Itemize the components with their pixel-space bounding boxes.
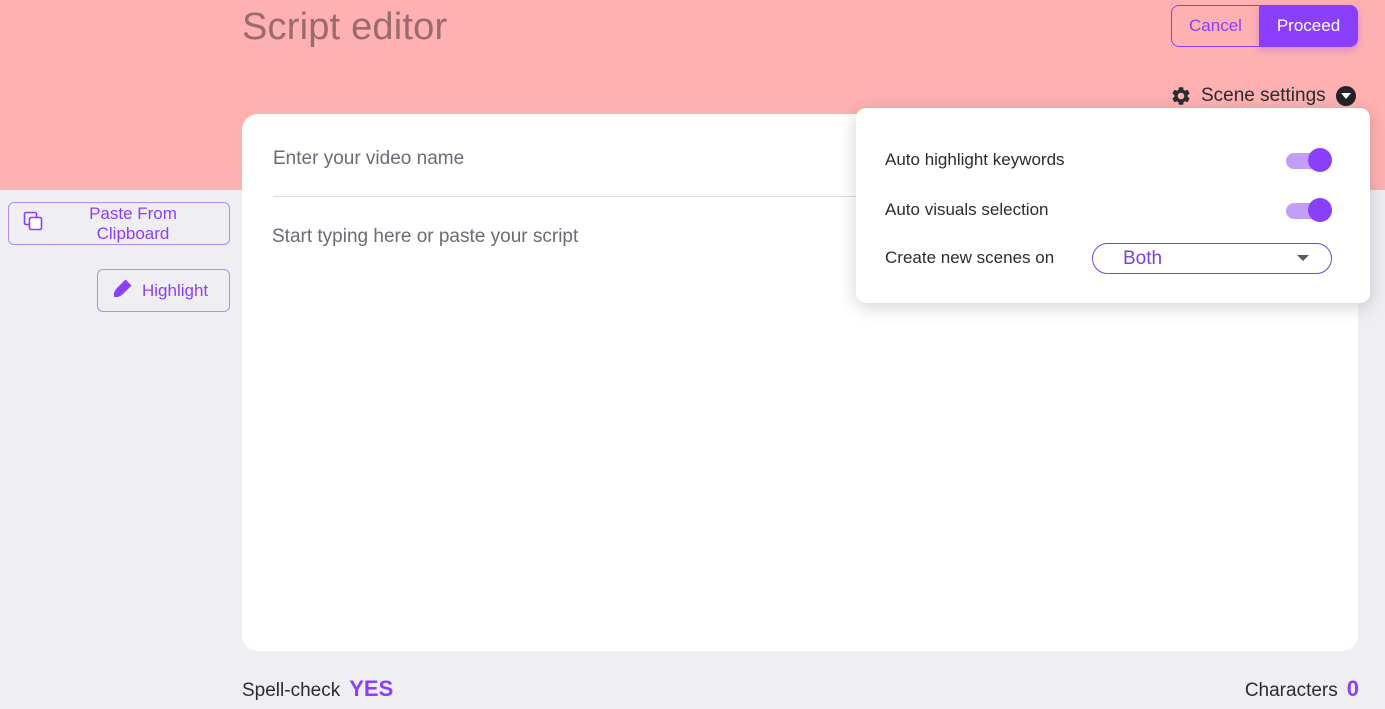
create-new-scenes-select[interactable]: Both: [1092, 243, 1332, 274]
spellcheck-value[interactable]: YES: [349, 676, 393, 702]
scene-settings-toggle[interactable]: Scene settings: [1169, 83, 1356, 109]
proceed-button[interactable]: Proceed: [1259, 5, 1358, 47]
chevron-down-icon: [1335, 86, 1356, 106]
gear-icon: [1169, 84, 1193, 108]
characters-label: Characters: [1244, 680, 1338, 701]
toggle-thumb: [1308, 198, 1332, 222]
marker-icon: [112, 277, 134, 304]
auto-visuals-selection-label: Auto visuals selection: [885, 200, 1049, 219]
auto-highlight-keywords-toggle[interactable]: [1286, 147, 1332, 173]
create-new-scenes-label: Create new scenes on: [885, 248, 1055, 267]
script-textarea[interactable]: Start typing here or paste your script: [272, 226, 578, 248]
auto-visuals-selection-toggle[interactable]: [1286, 197, 1332, 223]
paste-from-clipboard-button[interactable]: Paste From Clipboard: [8, 202, 230, 245]
video-name-input[interactable]: Enter your video name: [273, 148, 464, 170]
select-value: Both: [1123, 247, 1163, 269]
copy-icon: [23, 211, 43, 236]
header-actions: Cancel Proceed: [1171, 5, 1358, 47]
scene-settings-label: Scene settings: [1201, 85, 1326, 106]
spellcheck-label: Spell-check: [242, 680, 341, 701]
spellcheck-status[interactable]: Spell-check YES: [242, 676, 393, 702]
scene-settings-popup: Auto highlight keywords Auto visuals sel…: [856, 108, 1370, 303]
page-title: Script editor: [242, 6, 448, 48]
auto-highlight-keywords-label: Auto highlight keywords: [885, 150, 1065, 169]
divider: [273, 196, 893, 197]
character-count: Characters 0: [1245, 676, 1359, 702]
cancel-button[interactable]: Cancel: [1171, 5, 1259, 47]
highlight-button[interactable]: Highlight: [97, 269, 230, 312]
chevron-down-icon: [1297, 255, 1309, 261]
characters-value: 0: [1346, 676, 1359, 701]
toggle-thumb: [1308, 148, 1332, 172]
highlight-button-label: Highlight: [142, 280, 209, 300]
paste-button-label: Paste From Clipboard: [89, 203, 177, 243]
